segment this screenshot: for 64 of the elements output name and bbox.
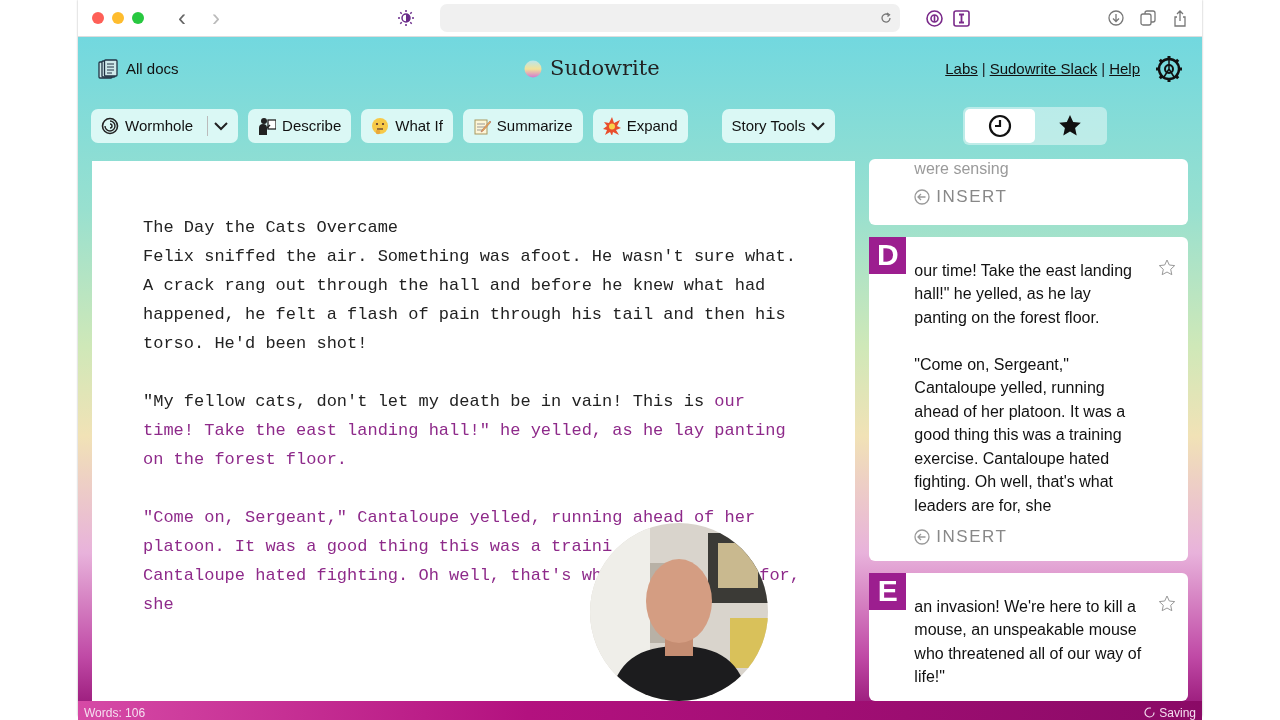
story-text: A crack rang out through the hall and before he knew what had: [143, 276, 766, 295]
editor-panel[interactable]: [92, 161, 856, 701]
faded-text: were sensing: [914, 161, 1009, 177]
presenter-icon: [258, 117, 277, 135]
back-button[interactable]: ‹: [170, 0, 194, 36]
insert-button[interactable]: INSERT: [914, 185, 1008, 209]
brand-name: Sudowrite: [550, 55, 660, 83]
story-text: Felix sniffed the air. Something was afoot. He wasn't sure what.: [143, 247, 796, 266]
suggested-text: platoon. It was a good thing this was a traini: [143, 537, 613, 556]
caret-icon: [214, 121, 229, 131]
spiral-icon: [101, 117, 119, 135]
word-count: Words: 106: [84, 704, 146, 720]
suggested-text: she: [143, 595, 174, 614]
view-tab[interactable]: [965, 109, 1036, 143]
story-tools-dropdown[interactable]: Story Tools: [721, 109, 836, 143]
brightness-icon[interactable]: [398, 10, 414, 26]
history-icon: [988, 114, 1013, 138]
tool-button[interactable]: Summarize: [462, 109, 583, 143]
star-icon[interactable]: [1158, 258, 1176, 277]
caret-icon: [811, 121, 826, 131]
suggested-text: time! Take the east landing hall!" he yelled, as he lay panting: [143, 421, 786, 440]
suggestion-text: our time! Take the east landing hall!" he yelled, as he lay panting on the forest floor.: [914, 260, 1133, 328]
suggested-text: for,: [759, 565, 800, 587]
tabs-icon[interactable]: [1140, 9, 1156, 26]
card-letter: E: [869, 572, 907, 610]
suggestion-text: "Come on, Sergeant," Cantaloupe yelled, running ahead of her platoon. It was a good thing this was a training exercise. Cantaloupe hated fighting. Oh well, that's what leaders are for, she: [914, 354, 1127, 516]
suggested-text: "Come on, Sergeant," Cantaloupe yelled, running ahead of her: [143, 508, 756, 527]
star-icon[interactable]: [1158, 594, 1176, 613]
suggestion-text: an invasion! We're here to kill a mouse, an unspeakable mouse who threatened all of our way of life!": [914, 596, 1143, 687]
story-text: happened, he felt a flash of pain through his tail and then his: [143, 305, 786, 324]
memo-icon: [472, 117, 491, 135]
story-text: torso. He'd been shot!: [143, 334, 368, 353]
card-letter: D: [869, 236, 907, 274]
header-link[interactable]: Labs: [945, 57, 978, 81]
saving-status: Saving: [1144, 703, 1196, 720]
arrow-left-circle-icon: [914, 528, 931, 545]
link-separator: |: [981, 58, 986, 79]
settings-icon[interactable]: [1156, 56, 1182, 82]
story-text: "My fellow cats, don't let my death be in vain! This is: [143, 392, 706, 411]
all-docs-link[interactable]: All docs: [98, 57, 179, 81]
story-text: The Day the Cats Overcame: [143, 218, 399, 237]
reload-icon[interactable]: [880, 12, 892, 24]
arrow-left-circle-icon: [914, 188, 931, 205]
header-link[interactable]: Sudowrite Slack: [989, 57, 1098, 81]
tool-button[interactable]: Describe: [248, 109, 352, 143]
download-icon[interactable]: [1108, 9, 1124, 26]
tool-button[interactable]: What If: [361, 109, 453, 143]
star-icon: [1058, 114, 1083, 138]
insert-button[interactable]: INSERT: [914, 525, 1008, 549]
tool-button[interactable]: Expand: [592, 109, 688, 143]
burst-icon: [602, 117, 621, 135]
suggested-text: our: [714, 392, 745, 411]
logo-icon: [524, 60, 543, 78]
share-icon[interactable]: [1172, 9, 1188, 27]
extension-icon[interactable]: [926, 9, 943, 27]
suggested-text: on the forest floor.: [143, 450, 348, 469]
tool-button[interactable]: Wormhole: [91, 109, 239, 143]
thinking-face-icon: [371, 117, 390, 135]
window-control-button[interactable]: [92, 12, 104, 24]
link-separator: |: [1101, 58, 1106, 79]
spinner-icon: [1144, 707, 1156, 718]
documents-icon: [98, 59, 118, 79]
extension-icon[interactable]: [953, 9, 970, 27]
header-link[interactable]: Help: [1109, 57, 1140, 81]
